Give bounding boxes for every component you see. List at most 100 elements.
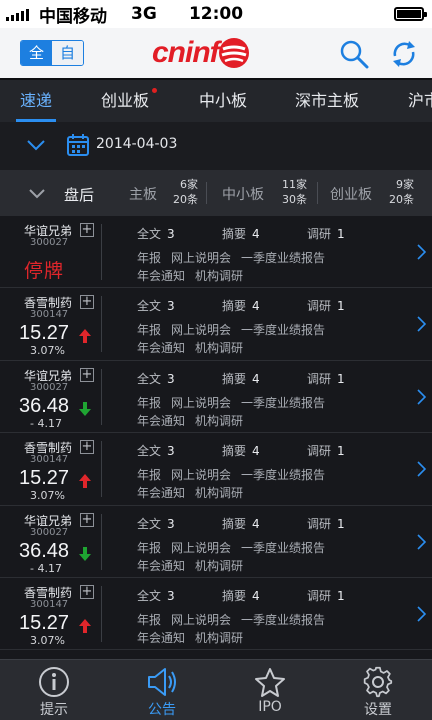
sme-board-label[interactable]: 中小板: [222, 184, 264, 204]
announcement-tag[interactable]: 一季度业绩报告: [241, 541, 325, 555]
announcement-tag[interactable]: 一季度业绩报告: [241, 468, 325, 482]
announcement-tag[interactable]: 年会通知: [137, 486, 185, 500]
announcement-tag[interactable]: 年会通知: [137, 341, 185, 355]
announcement-tag[interactable]: 年会通知: [137, 559, 185, 573]
tab-sz-main[interactable]: 深市主板: [295, 80, 359, 122]
announcement-tag[interactable]: 一季度业绩报告: [241, 396, 325, 410]
add-to-watchlist-button[interactable]: +: [80, 223, 94, 237]
stock-row[interactable]: 华谊兄弟 300027 + 36.48 - 4.17 全文 3 摘要 4 调研 1 年…: [0, 505, 432, 578]
tab-gem[interactable]: 创业板: [101, 80, 149, 122]
add-to-watchlist-button[interactable]: +: [80, 584, 94, 599]
language-toggle[interactable]: 全 自: [20, 40, 84, 66]
main-board-label[interactable]: 主板: [129, 184, 157, 204]
announcement-tag[interactable]: 年报: [137, 323, 161, 337]
abstract-count[interactable]: 摘要 4: [222, 587, 260, 604]
announcement-tag[interactable]: 网上说明会: [171, 541, 231, 555]
announcement-tag[interactable]: 机构调研: [195, 414, 243, 428]
abstract-count[interactable]: 摘要 4: [222, 370, 260, 387]
info-icon: [39, 667, 69, 697]
announcement-tag[interactable]: 机构调研: [195, 486, 243, 500]
tag-line: 年会通知 机构调研: [137, 557, 253, 574]
chevron-right-icon[interactable]: [416, 244, 426, 260]
chevron-down-icon[interactable]: [26, 139, 46, 151]
chevron-down-icon[interactable]: [28, 188, 46, 199]
full-text-count[interactable]: 全文 3: [137, 370, 175, 387]
stock-row[interactable]: 香雪制药 300147 + 15.27 3.07% 全文 3 摘要 4 调研 1 年报…: [0, 288, 432, 361]
stock-row[interactable]: 华谊兄弟 300027 + 停牌 全文 3 摘要 4 调研 1 年报 网上说明会 一季度业…: [0, 216, 432, 289]
research-count[interactable]: 调研 1: [307, 297, 345, 314]
add-to-watchlist-button[interactable]: +: [80, 295, 94, 310]
tab-express[interactable]: 速递: [15, 80, 57, 122]
nav-announcements[interactable]: 公告: [108, 660, 216, 720]
tab-sme[interactable]: 中小板: [199, 80, 247, 122]
refresh-icon[interactable]: [389, 39, 419, 69]
announcement-tag[interactable]: 网上说明会: [171, 396, 231, 410]
announcement-tag[interactable]: 年报: [137, 251, 161, 265]
abstract-count[interactable]: 摘要 4: [222, 225, 260, 242]
logo-emblem-icon: [218, 38, 249, 68]
announcement-tag[interactable]: 网上说明会: [171, 468, 231, 482]
announcement-tag[interactable]: 机构调研: [195, 631, 243, 645]
chevron-right-icon[interactable]: [416, 533, 426, 550]
stock-row[interactable]: 香雪制药 300147 + 15.27 3.07% 全文 3 摘要 4 调研 1 年报…: [0, 433, 432, 506]
research-count[interactable]: 调研 1: [307, 225, 345, 242]
announcement-tag[interactable]: 一季度业绩报告: [241, 251, 325, 265]
chevron-right-icon[interactable]: [416, 316, 426, 332]
announcement-tag[interactable]: 一季度业绩报告: [241, 323, 325, 337]
toggle-option-all[interactable]: 全: [21, 41, 52, 65]
calendar-icon[interactable]: [66, 133, 90, 157]
full-text-count[interactable]: 全文 3: [137, 225, 175, 242]
divider: [317, 182, 318, 204]
announcement-tag[interactable]: 年报: [137, 613, 161, 627]
stat-label: 摘要: [222, 227, 247, 241]
add-to-watchlist-button[interactable]: +: [80, 512, 94, 527]
nav-tips[interactable]: 提示: [0, 660, 108, 720]
announcement-tag[interactable]: 一季度业绩报告: [241, 613, 325, 627]
stock-row[interactable]: 香雪制药 300147 + 15.27 3.07% 全文 3 摘要 4 调研 1 年报…: [0, 577, 432, 651]
stock-code: 300027: [30, 381, 69, 393]
announcement-tag[interactable]: 年会通知: [137, 631, 185, 645]
gem-board-label[interactable]: 创业板: [330, 184, 372, 204]
announcement-tag[interactable]: 网上说明会: [171, 323, 231, 337]
stat-label: 全文: [137, 516, 162, 531]
nav-ipo[interactable]: IPO: [216, 660, 324, 720]
search-icon[interactable]: [339, 39, 369, 69]
research-count[interactable]: 调研 1: [307, 370, 345, 387]
abstract-count[interactable]: 摘要 4: [222, 442, 260, 459]
bottom-navigation: 提示 公告 IPO 设置: [0, 659, 432, 720]
announcement-tag[interactable]: 年报: [137, 468, 161, 482]
stat-value: 4: [252, 299, 260, 314]
selected-date[interactable]: 2014-04-03: [96, 136, 177, 152]
add-to-watchlist-button[interactable]: +: [80, 440, 94, 455]
chevron-right-icon[interactable]: [416, 389, 426, 405]
announcement-tag[interactable]: 机构调研: [195, 559, 243, 573]
full-text-count[interactable]: 全文 3: [137, 297, 175, 314]
research-count[interactable]: 调研 1: [307, 587, 345, 604]
tab-sh[interactable]: 沪市: [408, 80, 432, 122]
full-text-count[interactable]: 全文 3: [137, 587, 175, 604]
stock-row[interactable]: 华谊兄弟 300027 + 36.48 - 4.17 全文 3 摘要 4 调研 1 年…: [0, 360, 432, 434]
stat-label: 摘要: [222, 371, 247, 386]
announcement-tag[interactable]: 年会通知: [137, 414, 185, 428]
stat-value: 4: [252, 371, 260, 386]
chevron-right-icon[interactable]: [416, 461, 426, 477]
summary-bar: 盘后 主板 6家 20条 中小板 11家 30条 创业板 9家 20条: [0, 170, 432, 216]
full-text-count[interactable]: 全文 3: [137, 442, 175, 459]
chevron-right-icon[interactable]: [416, 606, 426, 622]
nav-settings[interactable]: 设置: [324, 660, 432, 720]
announcement-tag[interactable]: 机构调研: [195, 341, 243, 355]
abstract-count[interactable]: 摘要 4: [222, 515, 260, 532]
gem-board-count: 9家 20条: [380, 177, 414, 207]
full-text-count[interactable]: 全文 3: [137, 515, 175, 532]
announcement-tag[interactable]: 网上说明会: [171, 251, 231, 265]
research-count[interactable]: 调研 1: [307, 442, 345, 459]
announcement-tag[interactable]: 年报: [137, 396, 161, 410]
announcement-tag[interactable]: 机构调研: [195, 269, 243, 283]
add-to-watchlist-button[interactable]: +: [80, 367, 94, 382]
research-count[interactable]: 调研 1: [307, 515, 345, 532]
announcement-tag[interactable]: 网上说明会: [171, 613, 231, 627]
announcement-tag[interactable]: 年会通知: [137, 269, 185, 283]
toggle-option-custom[interactable]: 自: [52, 41, 83, 65]
abstract-count[interactable]: 摘要 4: [222, 297, 260, 314]
announcement-tag[interactable]: 年报: [137, 541, 161, 555]
